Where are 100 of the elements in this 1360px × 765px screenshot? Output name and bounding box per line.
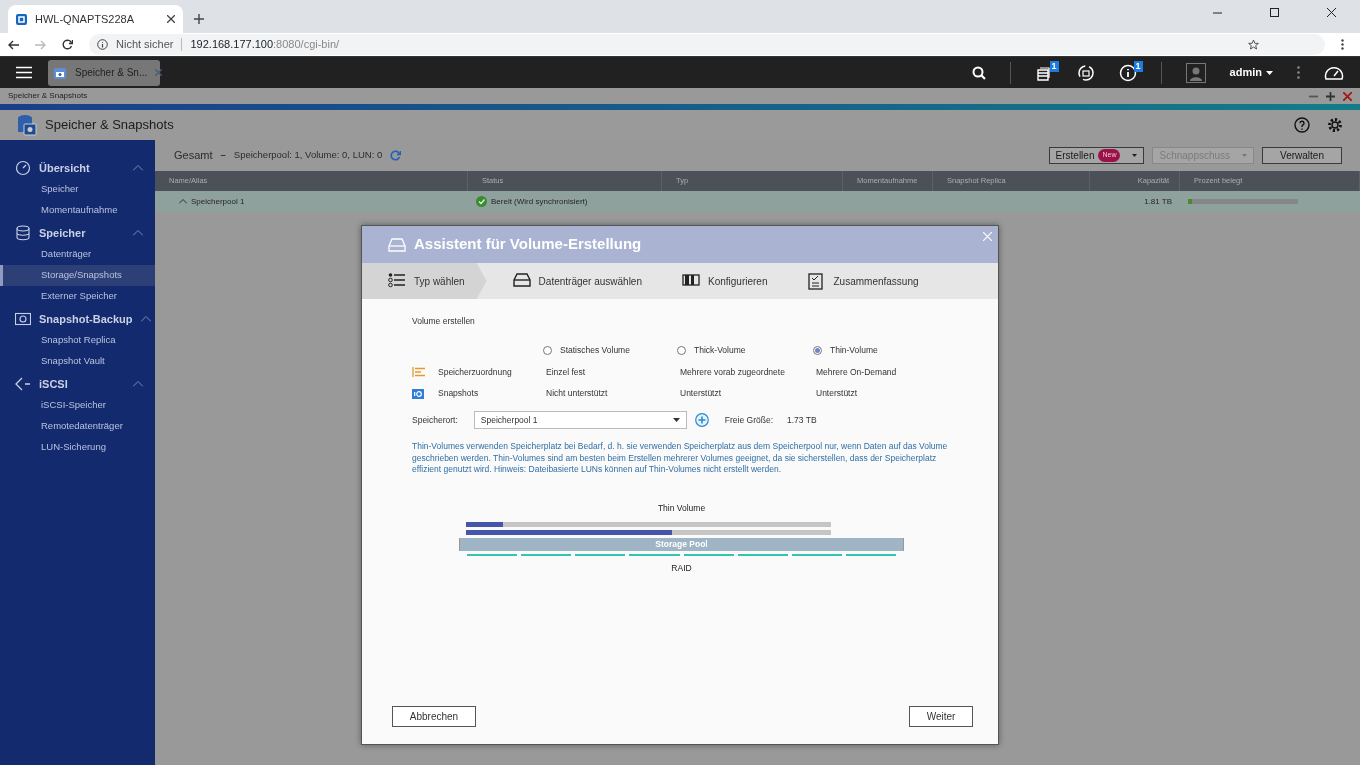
address-bar[interactable]: Nicht sicher 192.168.177.100:8080/cgi-bin/ <box>89 34 1325 55</box>
caret-icon <box>1266 70 1273 75</box>
sidebar-item[interactable]: Externer Speicher <box>0 286 155 307</box>
storage-app-icon <box>17 114 37 136</box>
camera-icon <box>412 387 426 400</box>
menu-icon[interactable] <box>1341 39 1344 50</box>
sidebar-item[interactable]: Remotedatenträger <box>0 416 155 437</box>
menu-icon[interactable] <box>16 66 32 79</box>
feature-value: Einzel fest <box>546 365 587 379</box>
wizard-step[interactable]: Datenträger auswählen <box>486 263 656 299</box>
avatar-icon[interactable] <box>1185 62 1206 83</box>
back-icon[interactable] <box>8 39 19 50</box>
storage-app-icon <box>53 65 67 80</box>
bars-icon <box>412 365 426 378</box>
sidebar-group[interactable]: Übersicht <box>0 157 155 179</box>
security-label: Nicht sicher <box>116 37 174 53</box>
caret-icon <box>1242 154 1248 157</box>
close-icon[interactable] <box>167 15 175 23</box>
radio-option[interactable]: Thin-Volume <box>813 343 912 357</box>
disk-segment <box>845 554 896 557</box>
radio-option[interactable]: Statisches Volume <box>543 343 680 357</box>
gauge-icon <box>15 160 31 176</box>
free-size-value: 1.73 TB <box>787 413 817 427</box>
dialog-title: Assistent für Volume-Erstellung <box>414 234 643 255</box>
new-tab-icon[interactable] <box>194 14 204 24</box>
raid-label: RAID <box>670 562 693 575</box>
browser-tab[interactable]: HWL-QNAPTS228A <box>8 5 183 33</box>
sidebar-item[interactable]: Momentaufnahme <box>0 200 155 221</box>
sync-icon[interactable] <box>1076 63 1095 82</box>
sidebar-group[interactable]: Speicher <box>0 222 155 244</box>
capacity-text: 1.81 TB <box>1144 195 1172 208</box>
info-icon <box>97 39 108 50</box>
maximize-icon[interactable] <box>1270 8 1279 17</box>
summary-title: Gesamt <box>174 148 213 164</box>
sidebar-item[interactable]: LUN-Sicherung <box>0 437 155 458</box>
clipboard-icon <box>807 272 826 290</box>
disk-segment <box>791 554 842 557</box>
close-icon[interactable] <box>1327 8 1336 17</box>
table-row[interactable]: Speicherpool 1 Bereit (Wird synchronisiert) 1.81 TB <box>155 191 1360 212</box>
app-title: Speicher & Snapshots <box>45 116 174 135</box>
notification-badge: 1 <box>1133 60 1143 72</box>
sidebar-group[interactable]: Snapshot-Backup <box>0 308 155 330</box>
feature-value: Nicht unterstützt <box>546 387 609 400</box>
location-select[interactable]: Speicherpool 1 <box>473 411 687 429</box>
help-icon[interactable] <box>1294 117 1310 133</box>
sidebar-item[interactable]: Datenträger <box>0 244 155 265</box>
arrow-icon <box>15 376 31 392</box>
storage-pool-bar: Storage Pool <box>459 538 904 552</box>
status-text: Bereit (Wird synchronisiert) <box>491 195 588 208</box>
disk-segment <box>521 554 572 557</box>
collapse-icon <box>140 316 151 322</box>
disk-segment <box>683 554 734 557</box>
sidebar-item[interactable]: Storage/Snapshots <box>0 265 155 286</box>
add-icon[interactable] <box>694 413 709 427</box>
feature-value: Mehrere vorab zugeordnete <box>680 365 786 379</box>
star-icon[interactable] <box>1248 39 1259 50</box>
wizard-step[interactable]: Konfigurieren <box>656 263 782 299</box>
more-icon[interactable] <box>1297 66 1300 79</box>
feature-label: Speicherzuordnung <box>438 365 512 379</box>
free-size-label: Freie Größe: <box>724 413 774 427</box>
user-menu[interactable]: admin <box>1229 64 1273 81</box>
info-icon[interactable] <box>1118 63 1137 82</box>
search-icon[interactable] <box>971 65 986 80</box>
settings-icon[interactable] <box>1326 116 1344 134</box>
diagram-title: Thin Volume <box>656 501 707 515</box>
feature-label: Snapshots <box>438 387 479 400</box>
next-button[interactable]: Weiter <box>909 706 973 727</box>
site-icon <box>16 13 27 25</box>
window-caption: Speicher & Snapshots <box>8 90 88 102</box>
sidebar-item[interactable]: Snapshot Replica <box>0 330 155 351</box>
wizard-step[interactable]: Zusammenfassung <box>781 263 933 299</box>
reload-icon[interactable] <box>62 39 73 50</box>
disk-segment <box>737 554 788 557</box>
disk-segment <box>575 554 626 557</box>
dashboard-icon[interactable] <box>1324 64 1344 81</box>
location-label: Speicherort: <box>412 413 458 427</box>
drive-icon <box>512 272 531 290</box>
feature-value: Mehrere On-Demand <box>816 365 898 379</box>
list-icon <box>388 272 406 290</box>
caret-icon <box>672 418 680 422</box>
section-label: Volume erstellen <box>412 315 476 328</box>
pool-name: Speicherpool 1 <box>191 195 245 208</box>
action-button[interactable]: Verwalten <box>1262 147 1342 164</box>
url-text: 192.168.177.100:8080/cgi-bin/ <box>190 37 340 53</box>
database-icon <box>15 225 31 241</box>
app-tab[interactable]: Speicher & Sn... <box>48 59 160 86</box>
caret-icon <box>1132 154 1138 157</box>
radio-option[interactable]: Thick-Volume <box>677 343 816 357</box>
plus-icon[interactable] <box>1326 91 1335 101</box>
collapse-icon <box>133 230 143 236</box>
summary-text: Speicherpool: 1, Volume: 0, LUN: 0 <box>233 148 383 163</box>
sidebar-item[interactable]: Speicher <box>0 179 155 200</box>
notification-badge: 1 <box>1049 60 1059 72</box>
cancel-button[interactable]: Abbrechen <box>392 706 476 727</box>
collapse-icon <box>133 381 143 387</box>
sidebar-group[interactable]: iSCSI <box>0 373 155 395</box>
check-icon <box>476 196 487 207</box>
sidebar-item[interactable]: Snapshot Vault <box>0 351 155 372</box>
sidebar-item[interactable]: iSCSI-Speicher <box>0 395 155 416</box>
wizard-step[interactable]: Typ wählen <box>362 263 487 299</box>
